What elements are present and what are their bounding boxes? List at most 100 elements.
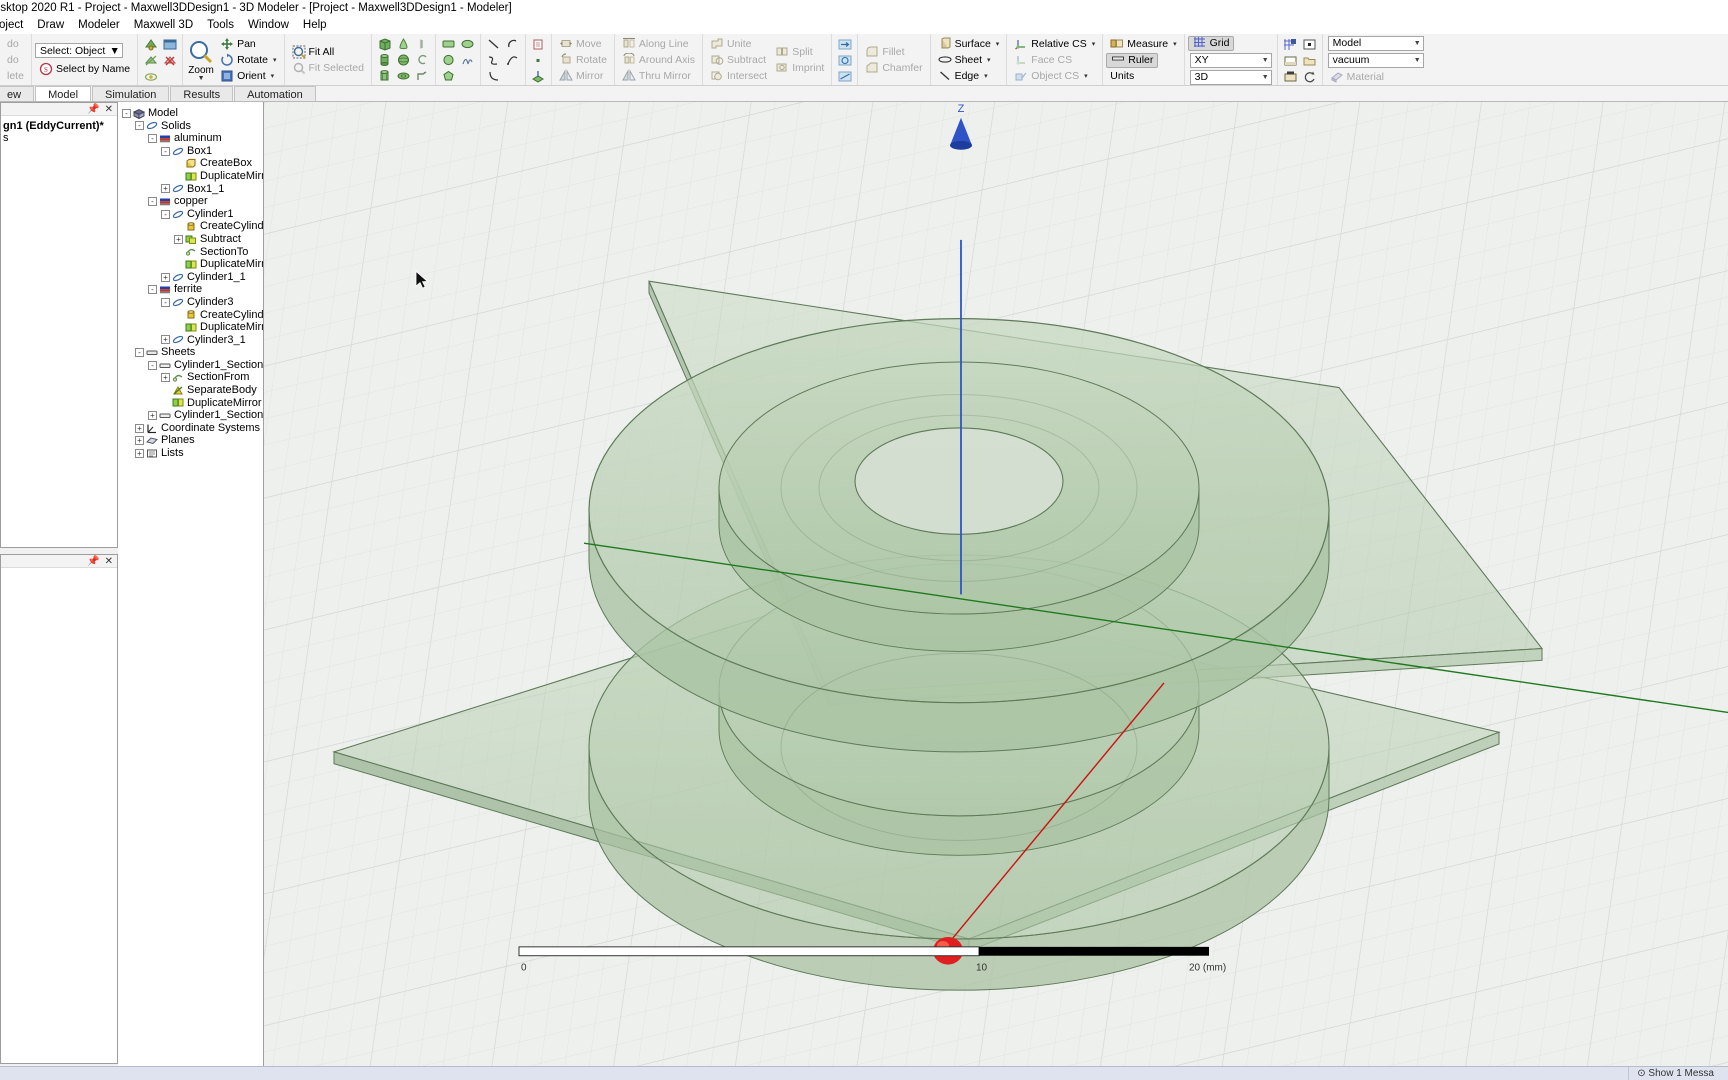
status-message-cell[interactable]: ⊙ Show 1 Messa — [1628, 1067, 1722, 1080]
sweep-around-axis-icon[interactable] — [835, 52, 854, 69]
tree-node[interactable]: - Cylinder3 — [118, 296, 263, 309]
menu-item-project[interactable]: oject — [0, 17, 30, 34]
draw-rectangle-icon[interactable] — [439, 36, 458, 53]
pin-icon[interactable]: 📌 — [87, 556, 99, 567]
center-view-icon[interactable] — [1300, 36, 1319, 53]
tree-node[interactable]: - Cylinder1_Section1 — [118, 359, 263, 372]
tree-node[interactable]: + Lists — [118, 447, 263, 460]
menu-item-draw[interactable]: Draw — [30, 17, 71, 34]
move-button[interactable]: Move — [555, 36, 606, 52]
tab-simulation[interactable]: Simulation — [92, 86, 170, 101]
hide-all-icon[interactable] — [160, 52, 179, 69]
chevron-down-icon[interactable]: ▾ — [996, 40, 1000, 48]
close-icon[interactable]: ✕ — [105, 556, 113, 567]
tree-collapse-icon[interactable]: - — [148, 360, 157, 370]
tab-model[interactable]: Model — [35, 86, 92, 101]
tab-results[interactable]: Results — [170, 86, 234, 101]
show-all-objects-icon[interactable] — [141, 36, 160, 53]
select-mode-combo[interactable]: Select: Object ▼ — [34, 43, 123, 58]
project-subnode[interactable]: s — [3, 132, 115, 144]
tree-node[interactable]: + Coordinate Systems — [118, 422, 263, 435]
assign-material-button[interactable]: Material — [1326, 69, 1388, 85]
sheet-select-button[interactable]: Sheet ▾ — [934, 52, 995, 68]
delete-button[interactable]: lete — [3, 68, 28, 84]
history-tree-panel[interactable]: - Model - Solids - aluminum - Box1 CreateBox Dupl… — [118, 102, 264, 1066]
tree-node[interactable]: CreateBox — [118, 157, 263, 170]
chevron-down-icon[interactable]: ▾ — [1084, 72, 1088, 80]
tree-expand-icon[interactable]: + — [161, 335, 170, 345]
tab-automation[interactable]: Automation — [234, 86, 316, 101]
rotate-button[interactable]: Rotate ▾ — [216, 52, 280, 68]
fillet-button[interactable]: Fillet — [861, 44, 908, 60]
draw-circle-icon[interactable] — [439, 52, 458, 69]
zoom-icon[interactable] — [188, 39, 214, 65]
tab-view[interactable]: ew — [0, 86, 35, 101]
imprint-button[interactable]: Imprint — [771, 60, 828, 76]
object-cs-button[interactable]: Object CS ▾ — [1010, 68, 1091, 84]
mirror-button[interactable]: Mirror — [555, 68, 607, 84]
chevron-down-icon[interactable]: ▾ — [1173, 40, 1177, 48]
draw-equation-curve-icon[interactable] — [458, 52, 477, 69]
3d-viewport[interactable]: Z 0 10 20 (mm) — [264, 102, 1728, 1066]
draw-spline-icon[interactable] — [484, 52, 503, 69]
tree-node[interactable]: DuplicateMirror — [118, 397, 263, 410]
tree-node[interactable]: CreateCylinder — [118, 309, 263, 322]
draw-arc-tangent-icon[interactable] — [484, 68, 503, 85]
chevron-down-icon[interactable]: ▾ — [984, 72, 988, 80]
tree-expand-icon[interactable]: + — [135, 436, 144, 446]
hide-objects-icon[interactable] — [141, 52, 160, 69]
duplicate-icon[interactable] — [529, 36, 548, 53]
fit-selected-button[interactable]: Fit Selected — [288, 60, 368, 76]
tree-node[interactable]: + Cylinder1_1 — [118, 271, 263, 284]
tree-node[interactable]: DuplicateMirror — [118, 258, 263, 271]
select-by-name-button[interactable]: S Select by Name — [35, 61, 134, 77]
tree-node[interactable]: DuplicateMirror — [118, 170, 263, 183]
tree-collapse-icon[interactable]: - — [161, 297, 170, 307]
draw-arc-center-icon[interactable] — [503, 36, 522, 53]
draw-torus-icon[interactable] — [394, 68, 413, 85]
orient-button[interactable]: Orient ▾ — [216, 68, 278, 84]
tree-collapse-icon[interactable]: - — [161, 209, 170, 219]
tree-expand-icon[interactable]: + — [135, 423, 144, 433]
menu-item-maxwell3d[interactable]: Maxwell 3D — [127, 17, 200, 34]
draw-bondwire-icon[interactable] — [413, 68, 432, 85]
tree-node[interactable]: SeparateBody — [118, 384, 263, 397]
grid-plane-combo[interactable]: XY ▼ — [1189, 52, 1272, 68]
model-type-combo[interactable]: Model ▼ — [1327, 35, 1424, 51]
surface-select-button[interactable]: Surface ▾ — [934, 36, 1004, 52]
3d-scene[interactable]: Z 0 10 20 (mm) — [264, 102, 1728, 1066]
subtract-button[interactable]: Subtract — [706, 52, 770, 68]
tree-node[interactable]: + SectionFrom — [118, 371, 263, 384]
draw-sphere-icon[interactable] — [394, 52, 413, 69]
tree-expand-icon[interactable]: + — [174, 234, 183, 244]
menu-item-help[interactable]: Help — [296, 17, 334, 34]
pin-icon[interactable]: 📌 — [87, 104, 99, 115]
tree-node[interactable]: - Model — [118, 107, 263, 120]
section-icon[interactable] — [835, 68, 854, 85]
tree-collapse-icon[interactable]: - — [148, 196, 157, 206]
tree-node[interactable]: - Solids — [118, 120, 263, 133]
relative-cs-button[interactable]: Relative CS ▾ — [1010, 36, 1099, 52]
set-working-cs-icon[interactable] — [529, 68, 548, 85]
tree-expand-icon[interactable]: + — [148, 411, 157, 421]
tree-collapse-icon[interactable]: - — [135, 348, 144, 358]
rotate-object-button[interactable]: Rotate — [555, 52, 611, 68]
view-mode-combo[interactable]: 3D ▼ — [1189, 69, 1272, 85]
material-combo[interactable]: vacuum ▼ — [1327, 52, 1424, 68]
tree-collapse-icon[interactable]: - — [148, 133, 157, 143]
tree-node[interactable]: + Planes — [118, 434, 263, 447]
view-folder-icon[interactable] — [1300, 52, 1319, 69]
chevron-down-icon[interactable]: ▾ — [273, 56, 277, 64]
project-design-name[interactable]: gn1 (EddyCurrent)* — [3, 120, 115, 132]
tree-node[interactable]: - Sheets — [118, 346, 263, 359]
view-window-icon[interactable] — [1281, 52, 1300, 69]
draw-cone-icon[interactable] — [394, 36, 413, 53]
chevron-down-icon[interactable]: ▾ — [987, 56, 991, 64]
menu-item-modeler[interactable]: Modeler — [71, 17, 127, 34]
tree-node[interactable]: - copper — [118, 195, 263, 208]
show-window-icon[interactable] — [160, 36, 179, 53]
draw-spiral-icon[interactable] — [413, 52, 432, 69]
tree-node[interactable]: + Cylinder3_1 — [118, 334, 263, 347]
tree-node[interactable]: + Subtract — [118, 233, 263, 246]
tree-node[interactable]: - aluminum — [118, 132, 263, 145]
